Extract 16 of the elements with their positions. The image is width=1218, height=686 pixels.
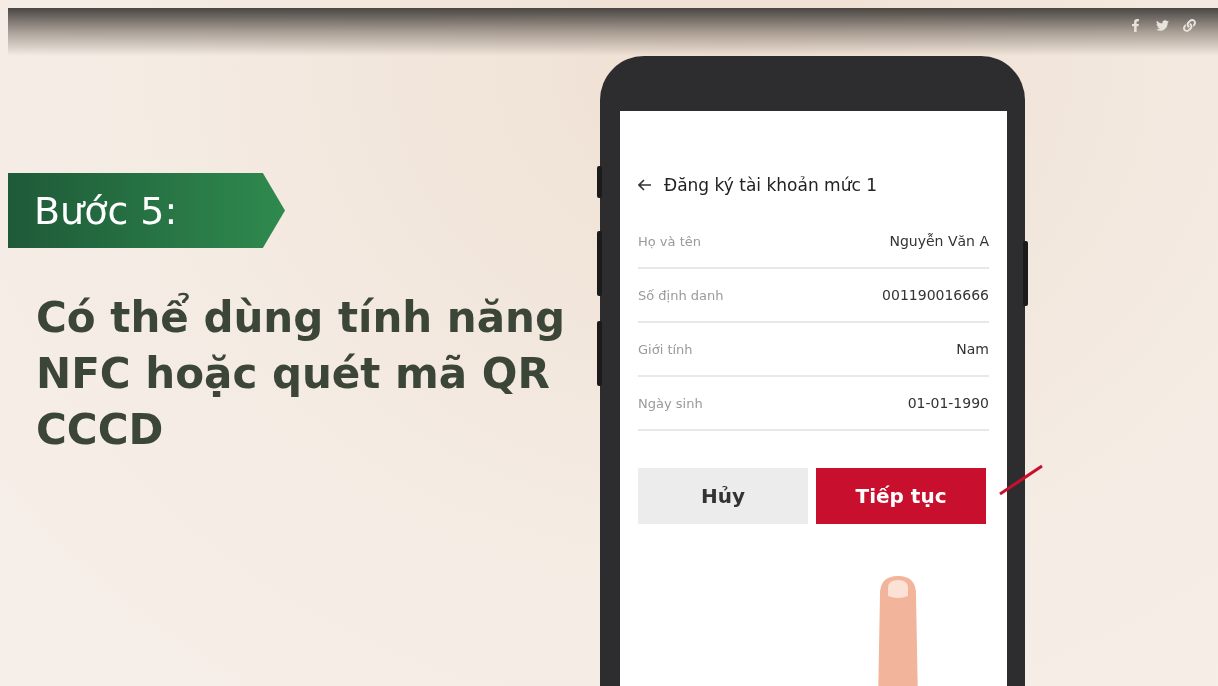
field-label: Số định danh (638, 287, 724, 303)
cancel-button[interactable]: Hủy (638, 468, 808, 524)
link-icon[interactable] (1183, 18, 1196, 32)
screen-title: Đăng ký tài khoản mức 1 (664, 175, 877, 195)
field-label: Giới tính (638, 341, 693, 357)
step-ribbon: Bước 5: (8, 173, 285, 248)
field-label: Ngày sinh (638, 395, 703, 411)
facebook-icon[interactable] (1129, 18, 1142, 32)
field-value: Nguyễn Văn A (889, 233, 989, 249)
field-value: 001190016666 (882, 287, 989, 303)
continue-button[interactable]: Tiếp tục (816, 468, 986, 524)
twitter-icon[interactable] (1156, 18, 1169, 32)
field-value: 01-01-1990 (907, 395, 989, 411)
field-label: Họ và tên (638, 233, 701, 249)
heading: Có thể dùng tính năng NFC hoặc quét mã QR CCCD (35, 291, 567, 456)
field-value: Nam (956, 341, 989, 357)
